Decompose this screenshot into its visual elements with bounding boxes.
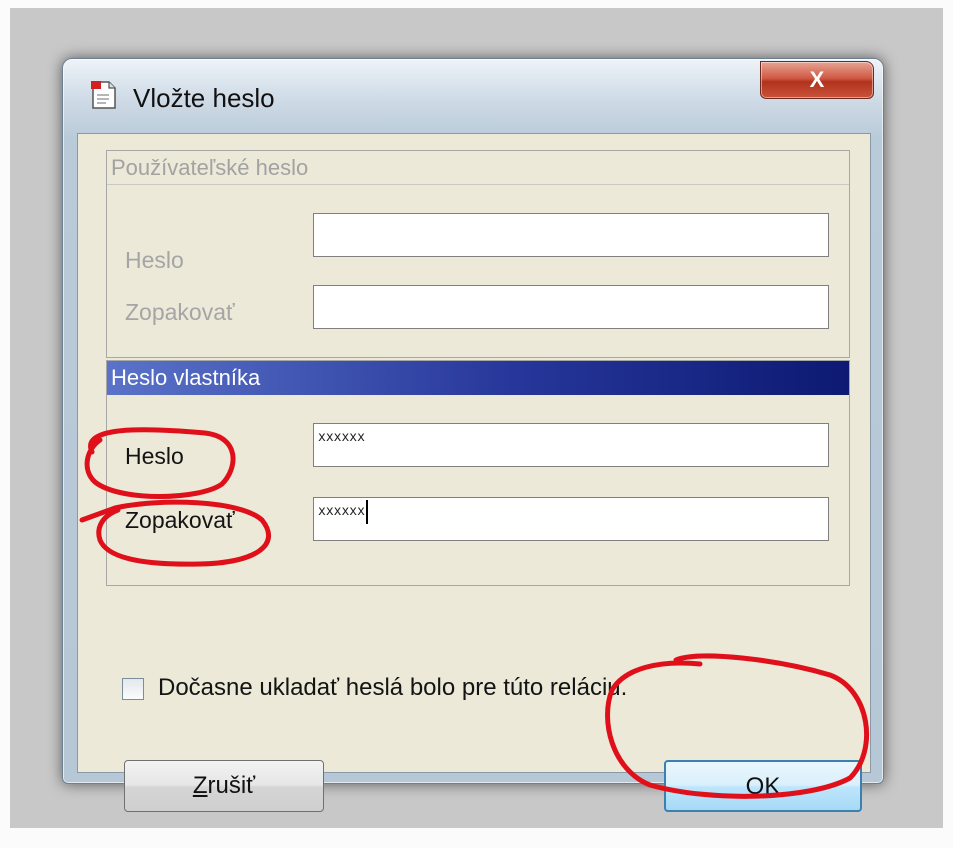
cancel-button[interactable]: Zrušiť [124,760,324,812]
owner-repeat-label: Zopakovať [125,507,235,533]
password-dialog: Vložte heslo X Používateľské heslo Heslo… [62,58,884,812]
remember-checkbox[interactable] [122,678,144,700]
remember-label[interactable]: Dočasne ukladať heslá bolo pre túto relá… [158,674,627,702]
user-password-input[interactable] [313,213,829,257]
owner-password-label: Heslo [125,443,184,469]
ok-mnemonic: O [745,773,765,800]
cancel-label: rušiť [207,772,256,799]
owner-repeat-input[interactable]: xxxxxx [313,497,829,541]
dialog-client-area: Používateľské heslo Heslo Zopakovať Hesl… [77,133,871,812]
title-bar[interactable]: Vložte heslo X [63,59,883,131]
cancel-mnemonic: Z [192,772,208,799]
owner-password-input[interactable]: xxxxxx [313,423,829,467]
owner-password-mask: xxxxxx [318,430,365,445]
close-button[interactable]: X [760,61,874,99]
owner-repeat-mask: xxxxxx [318,504,365,519]
close-icon: X [809,67,825,92]
pdf-document-icon [91,81,116,109]
ok-label: K [764,773,781,800]
owner-password-group-title: Heslo vlastníka [107,361,849,395]
ok-button[interactable]: OK [664,760,862,812]
dialog-title: Vložte heslo [133,83,275,113]
owner-password-group: Heslo vlastníka Heslo xxxxxx Zopakovať x… [106,360,850,586]
text-caret [365,499,368,524]
user-password-group: Používateľské heslo Heslo Zopakovať [106,150,850,358]
user-password-label: Heslo [125,247,184,273]
user-repeat-input[interactable] [313,285,829,329]
user-repeat-label: Zopakovať [125,299,235,325]
user-password-group-title: Používateľské heslo [107,151,849,185]
